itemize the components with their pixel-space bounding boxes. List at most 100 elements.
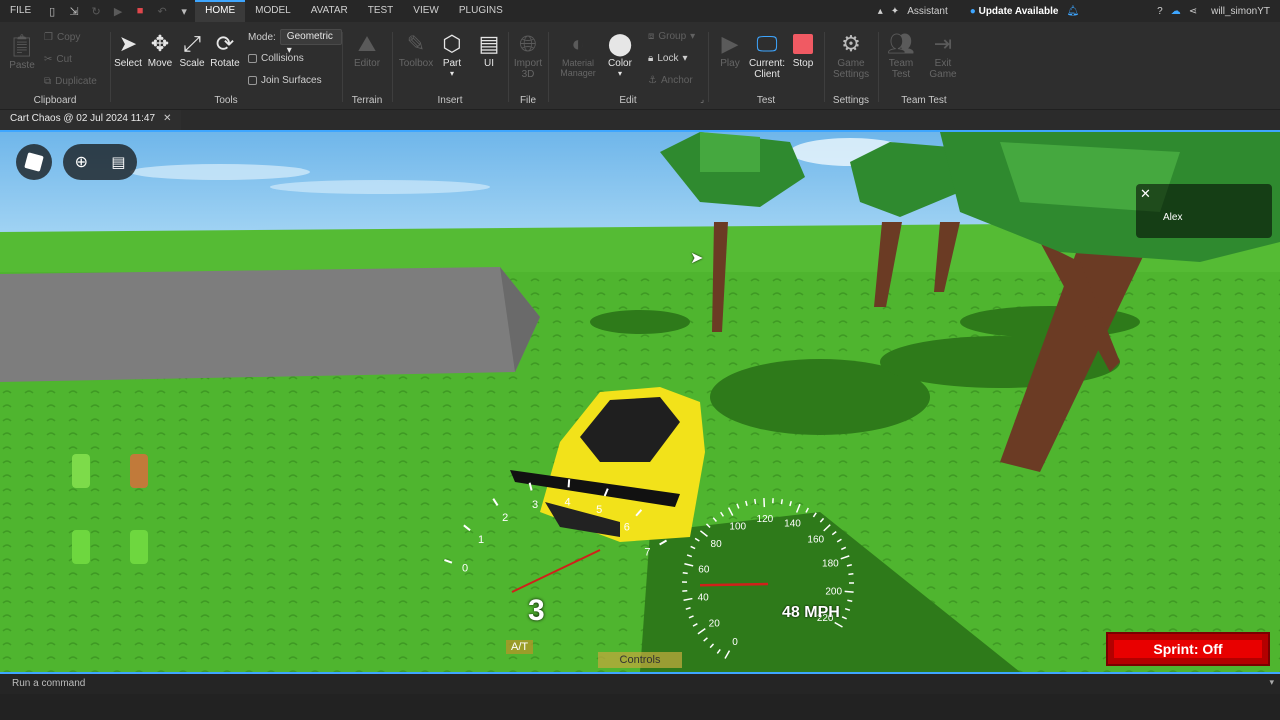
share-icon[interactable]: ⋖	[1189, 6, 1197, 17]
speedo-tick-mark	[736, 503, 740, 509]
play-label: Play	[720, 58, 740, 69]
controls-button[interactable]: Controls	[598, 652, 682, 668]
terrain-group: ⛰ Editor Terrain	[342, 22, 392, 110]
file-menu[interactable]: FILE	[0, 0, 41, 22]
tab-view[interactable]: VIEW	[403, 0, 449, 22]
speedo-tick-mark	[727, 507, 734, 516]
terrain-editor-button[interactable]: ⛰ Editor	[349, 30, 385, 69]
move-tool-button[interactable]: ✥ Move	[142, 30, 178, 69]
part-button[interactable]: ⬡ Part ▾	[434, 30, 470, 78]
speedo-tick-label: 160	[807, 534, 824, 545]
team-test-button[interactable]: 👥︎ Team Test	[883, 30, 919, 80]
team-test-group: 👥︎ Team Test ⇥ Exit Game Team Test	[878, 22, 970, 110]
import-3d-button[interactable]: 🌐︎ Import 3D	[510, 30, 546, 80]
speedo-tick-label: 0	[732, 637, 738, 648]
speedo-tick-label: 140	[784, 519, 801, 530]
tab-plugins[interactable]: PLUGINS	[449, 0, 513, 22]
settings-group-label: Settings	[832, 95, 870, 106]
tach-tick-label: 1	[478, 534, 484, 546]
group-button[interactable]: ⧈ Group ▾	[648, 31, 695, 42]
play-button[interactable]: ▶ Play	[712, 30, 748, 69]
select-tool-button[interactable]: ➤ Select	[110, 30, 146, 69]
tach-tick-label: 7	[644, 547, 650, 559]
assistant-icon[interactable]: ✦	[891, 6, 899, 17]
status-area	[0, 694, 1280, 720]
command-input[interactable]: Run a command	[12, 678, 85, 689]
move-icon: ✥	[150, 31, 170, 56]
color-dropdown-icon[interactable]: ▾	[602, 69, 638, 78]
chevron-down-icon[interactable]: ▾	[1269, 677, 1274, 688]
duplicate-button[interactable]: ⧉ Duplicate	[44, 76, 97, 87]
new-file-icon[interactable]: ▯	[41, 0, 63, 22]
duplicate-label: Duplicate	[55, 76, 97, 87]
paste-button[interactable]: 📋︎ Paste	[4, 32, 40, 71]
ui-button[interactable]: ▤ UI	[471, 30, 507, 69]
tach-tick-mark	[444, 558, 453, 564]
cut-button[interactable]: ✂ Cut	[44, 54, 72, 65]
redo-icon[interactable]: ↻	[85, 0, 107, 22]
tools-group-label: Tools	[214, 95, 238, 106]
play-small-icon[interactable]: ▶	[107, 0, 129, 22]
undo-icon[interactable]: ↶	[151, 0, 173, 22]
close-icon[interactable]: ✕	[163, 113, 171, 124]
toolbox-button[interactable]: ✎ Toolbox	[398, 30, 434, 69]
collisions-toggle[interactable]: Collisions	[248, 53, 304, 64]
game-viewport[interactable]: ⊕ ▤ ✕ Alex ➤ 01234567 0 20 40 60 80 100 120 140…	[0, 130, 1280, 674]
tach-tick-label: 3	[532, 499, 538, 511]
mode-select[interactable]: Geometric ▾	[279, 29, 342, 56]
collisions-checkbox[interactable]	[248, 54, 257, 63]
cloud-icon[interactable]: ☁	[1171, 6, 1181, 17]
command-bar[interactable]: Run a command ▾	[0, 674, 1280, 694]
speedo-tick-mark	[844, 590, 854, 593]
anchor-button[interactable]: ⚓ Anchor	[648, 75, 693, 86]
join-surfaces-toggle[interactable]: Join Surfaces	[248, 75, 322, 86]
help-icon[interactable]: ?	[1157, 6, 1163, 17]
chevron-down-icon[interactable]: ▾	[173, 0, 195, 22]
monitor-icon: 🖵	[756, 31, 778, 56]
speedo-tick-mark	[836, 538, 842, 543]
material-icon: ◐	[571, 31, 585, 56]
open-file-icon[interactable]: ⇲	[63, 0, 85, 22]
toolbox-label: Toolbox	[398, 58, 434, 69]
speedo-tick-label: 60	[698, 564, 710, 575]
speedo-tick-mark	[823, 524, 831, 532]
speedo-tick-mark	[709, 643, 715, 649]
collapse-icon[interactable]: ▴	[878, 6, 883, 17]
ui-label: UI	[484, 58, 494, 69]
tab-model[interactable]: MODEL	[245, 0, 301, 22]
rotate-tool-button[interactable]: ⟳ Rotate	[207, 30, 243, 69]
expand-edit-icon[interactable]: ⌟	[700, 95, 704, 104]
material-manager-button[interactable]: ◐ Material Manager	[556, 30, 600, 78]
speedo-tick-mark	[694, 537, 700, 542]
tab-home[interactable]: HOME	[195, 0, 246, 22]
clipboard-icon: 📋︎	[8, 33, 36, 58]
part-dropdown-icon[interactable]: ▾	[434, 69, 470, 78]
scale-tool-button[interactable]: ⤢ Scale	[174, 30, 210, 69]
tab-test[interactable]: TEST	[358, 0, 404, 22]
game-settings-button[interactable]: ⚙ Game Settings	[833, 30, 869, 80]
tach-tick-label: 5	[596, 504, 602, 516]
username[interactable]: will_simonYT	[1211, 6, 1270, 17]
tab-avatar[interactable]: AVATAR	[301, 0, 358, 22]
play-icon: ▶	[721, 31, 739, 56]
terrain-editor-label: Editor	[353, 58, 381, 69]
sprint-toggle[interactable]: Sprint: Off	[1106, 632, 1270, 666]
cut-icon: ✂	[44, 54, 53, 65]
tach-tick-mark	[492, 498, 499, 506]
join-surfaces-checkbox[interactable]	[248, 76, 257, 85]
update-available-button[interactable]: ● Update Available	[970, 6, 1059, 17]
stop-small-icon[interactable]: ■	[129, 0, 151, 22]
client-label: Client	[754, 69, 780, 80]
copy-button[interactable]: ❐ Copy	[44, 32, 80, 43]
stop-button[interactable]: Stop	[785, 30, 821, 69]
tach-tick-mark	[635, 509, 643, 517]
color-button[interactable]: ⬤ Color ▾	[602, 30, 638, 78]
speedo-tick-mark	[685, 607, 691, 610]
assistant-button[interactable]: Assistant	[907, 6, 948, 17]
notification-bell-icon[interactable]: 🔔︎	[1066, 6, 1079, 17]
speedo-tick-mark	[699, 530, 708, 537]
tab-cart-chaos[interactable]: Cart Chaos @ 02 Jul 2024 11:47 ✕	[0, 110, 182, 130]
exit-game-button[interactable]: ⇥ Exit Game	[925, 30, 961, 80]
lock-button[interactable]: 🔒︎ Lock ▾	[648, 53, 687, 64]
current-client-button[interactable]: 🖵 Current: Client	[746, 30, 788, 80]
